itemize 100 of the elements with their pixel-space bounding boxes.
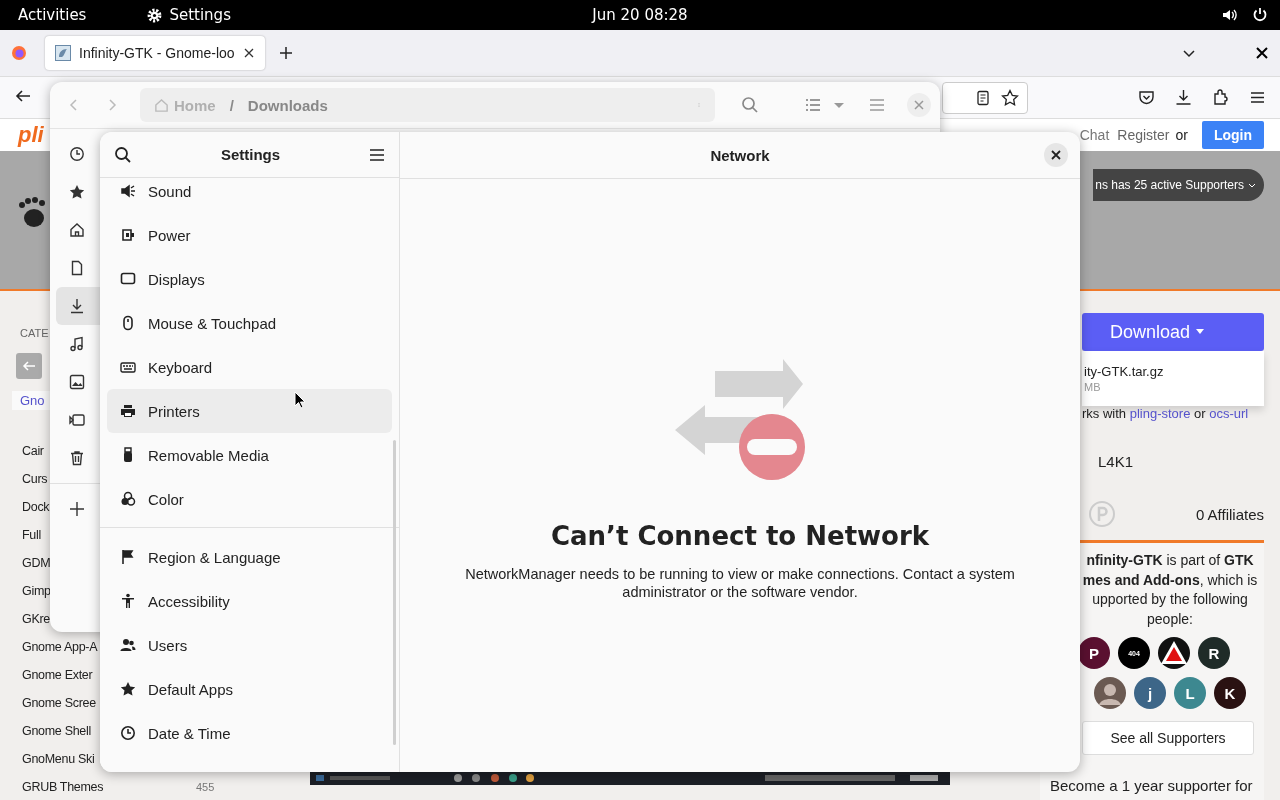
star-icon (1001, 88, 1019, 107)
settings-item[interactable]: Keyboard (107, 345, 392, 389)
avatar[interactable]: j (1134, 677, 1166, 709)
clock-icon (69, 146, 85, 162)
avatar[interactable]: K (1214, 677, 1246, 709)
avatar[interactable]: L (1174, 677, 1206, 709)
category-link[interactable]: Gnome App-A (22, 640, 98, 654)
star-icon (69, 184, 85, 200)
trash-icon (69, 450, 85, 466)
favicon-icon (55, 45, 71, 61)
avatar[interactable]: R (1198, 637, 1230, 669)
ocs-url-link[interactable]: ocs-url (1209, 406, 1249, 421)
see-all-supporters-button[interactable]: See all Supporters (1082, 721, 1254, 755)
mouse-pointer-icon (294, 391, 306, 409)
avatar[interactable] (1158, 637, 1190, 669)
caret-icon (1196, 329, 1205, 335)
clock[interactable]: Jun 20 08:28 (592, 6, 688, 24)
network-error-icon (675, 359, 805, 481)
category-link[interactable]: GRUB Themes (22, 780, 104, 794)
close-icon (243, 47, 255, 59)
chevron-down-icon (1248, 181, 1256, 189)
settings-item[interactable]: Color (107, 477, 392, 521)
home-icon (154, 97, 169, 113)
settings-item[interactable]: Mouse & Touchpad (107, 301, 392, 345)
home-icon (69, 222, 85, 238)
register-link[interactable]: Register (1117, 127, 1170, 143)
plus-icon (279, 46, 293, 60)
close-icon (1256, 47, 1268, 59)
panel-title: Network (710, 146, 770, 164)
settings-item[interactable]: Default Apps (107, 667, 392, 711)
list-view-icon (805, 97, 821, 113)
close-icon (914, 100, 924, 110)
settings-item[interactable]: Printers (107, 389, 392, 433)
file-name[interactable]: ity-GTK.tar.gz (1084, 364, 1164, 379)
supporters-pill[interactable]: ns has 25 active Supporters (1093, 169, 1264, 201)
back-arrow-icon (22, 359, 36, 373)
settings-item[interactable]: Sound (107, 178, 392, 213)
browser-tab[interactable]: Infinity-GTK - Gnome-loo (45, 36, 265, 70)
music-note-icon (69, 336, 85, 352)
menu-icon (869, 97, 885, 113)
display-icon (120, 271, 136, 287)
download-button[interactable]: Download (1082, 313, 1264, 351)
search-button[interactable] (114, 145, 132, 164)
close-button[interactable] (1044, 143, 1068, 167)
category-link[interactable]: Gnome Scree (22, 696, 96, 710)
close-icon (1051, 150, 1061, 160)
reader-view-icon (975, 89, 991, 106)
chat-link[interactable]: Chat (1079, 127, 1110, 143)
volume-icon (1222, 7, 1238, 23)
affiliates-count: 0 Affiliates (1195, 505, 1264, 523)
settings-item[interactable]: Power (107, 213, 392, 257)
category-link[interactable]: Curs (22, 472, 48, 486)
new-tab-button[interactable] (279, 46, 293, 60)
supporters-text: nfinity-GTK is part of GTK mes and Add-ons, which is upported by the following people: (1081, 551, 1259, 629)
color-circles-icon (120, 491, 136, 507)
gear-icon (146, 6, 164, 24)
puzzle-icon (1212, 89, 1229, 106)
category-link[interactable]: GnoMenu Ski (22, 752, 95, 766)
window-title: Settings (220, 146, 281, 163)
category-link[interactable]: Dock (22, 500, 50, 514)
avatar[interactable] (1094, 677, 1126, 709)
category-link[interactable]: Gnome Exter (22, 668, 93, 682)
path-separator: / (229, 96, 234, 114)
file-size: MB (1084, 381, 1101, 393)
speaker-icon (120, 183, 136, 199)
menu-button[interactable] (369, 146, 385, 163)
keyboard-icon (120, 359, 136, 375)
settings-item[interactable]: Removable Media (107, 433, 392, 477)
settings-item[interactable]: Users (107, 623, 392, 667)
app-menu[interactable]: Settings (169, 6, 231, 24)
url-bar[interactable] (942, 81, 1028, 114)
avatar[interactable]: P (1078, 637, 1110, 669)
category-chip[interactable]: Gno (12, 391, 50, 410)
become-supporter-text: Become a 1 year supporter for (1050, 777, 1254, 794)
category-link[interactable]: Gimp (22, 584, 51, 598)
search-icon (741, 96, 759, 114)
settings-item[interactable]: Region & Language (107, 535, 392, 579)
status-description: NetworkManager needs to be running to view or make connections. Contact a system administrator or the software vendor. (464, 565, 1016, 601)
settings-item[interactable]: Date & Time (107, 711, 392, 755)
download-icon (69, 298, 85, 314)
category-count: 455 (196, 781, 215, 793)
category-link[interactable]: GKre (22, 612, 50, 626)
settings-item[interactable]: Accessibility (107, 579, 392, 623)
category-link[interactable]: Cair (22, 444, 44, 458)
users-icon (120, 637, 136, 653)
login-button[interactable]: Login (1201, 121, 1264, 149)
category-link[interactable]: Gnome Shell (22, 724, 91, 738)
video-icon (69, 412, 85, 428)
pling-store-link[interactable]: pling-store (1129, 406, 1191, 421)
author-name[interactable]: L4K1 (1098, 453, 1134, 470)
plus-icon (69, 501, 85, 517)
category-link[interactable]: Full (22, 528, 41, 542)
settings-item[interactable]: Displays (107, 257, 392, 301)
document-icon (69, 260, 85, 276)
menu-icon (369, 146, 385, 163)
activities-button[interactable]: Activities (18, 6, 87, 24)
category-link[interactable]: GDM (22, 556, 51, 570)
download-icon (1175, 89, 1192, 106)
menu-icon (1249, 89, 1266, 106)
search-icon (114, 145, 132, 164)
